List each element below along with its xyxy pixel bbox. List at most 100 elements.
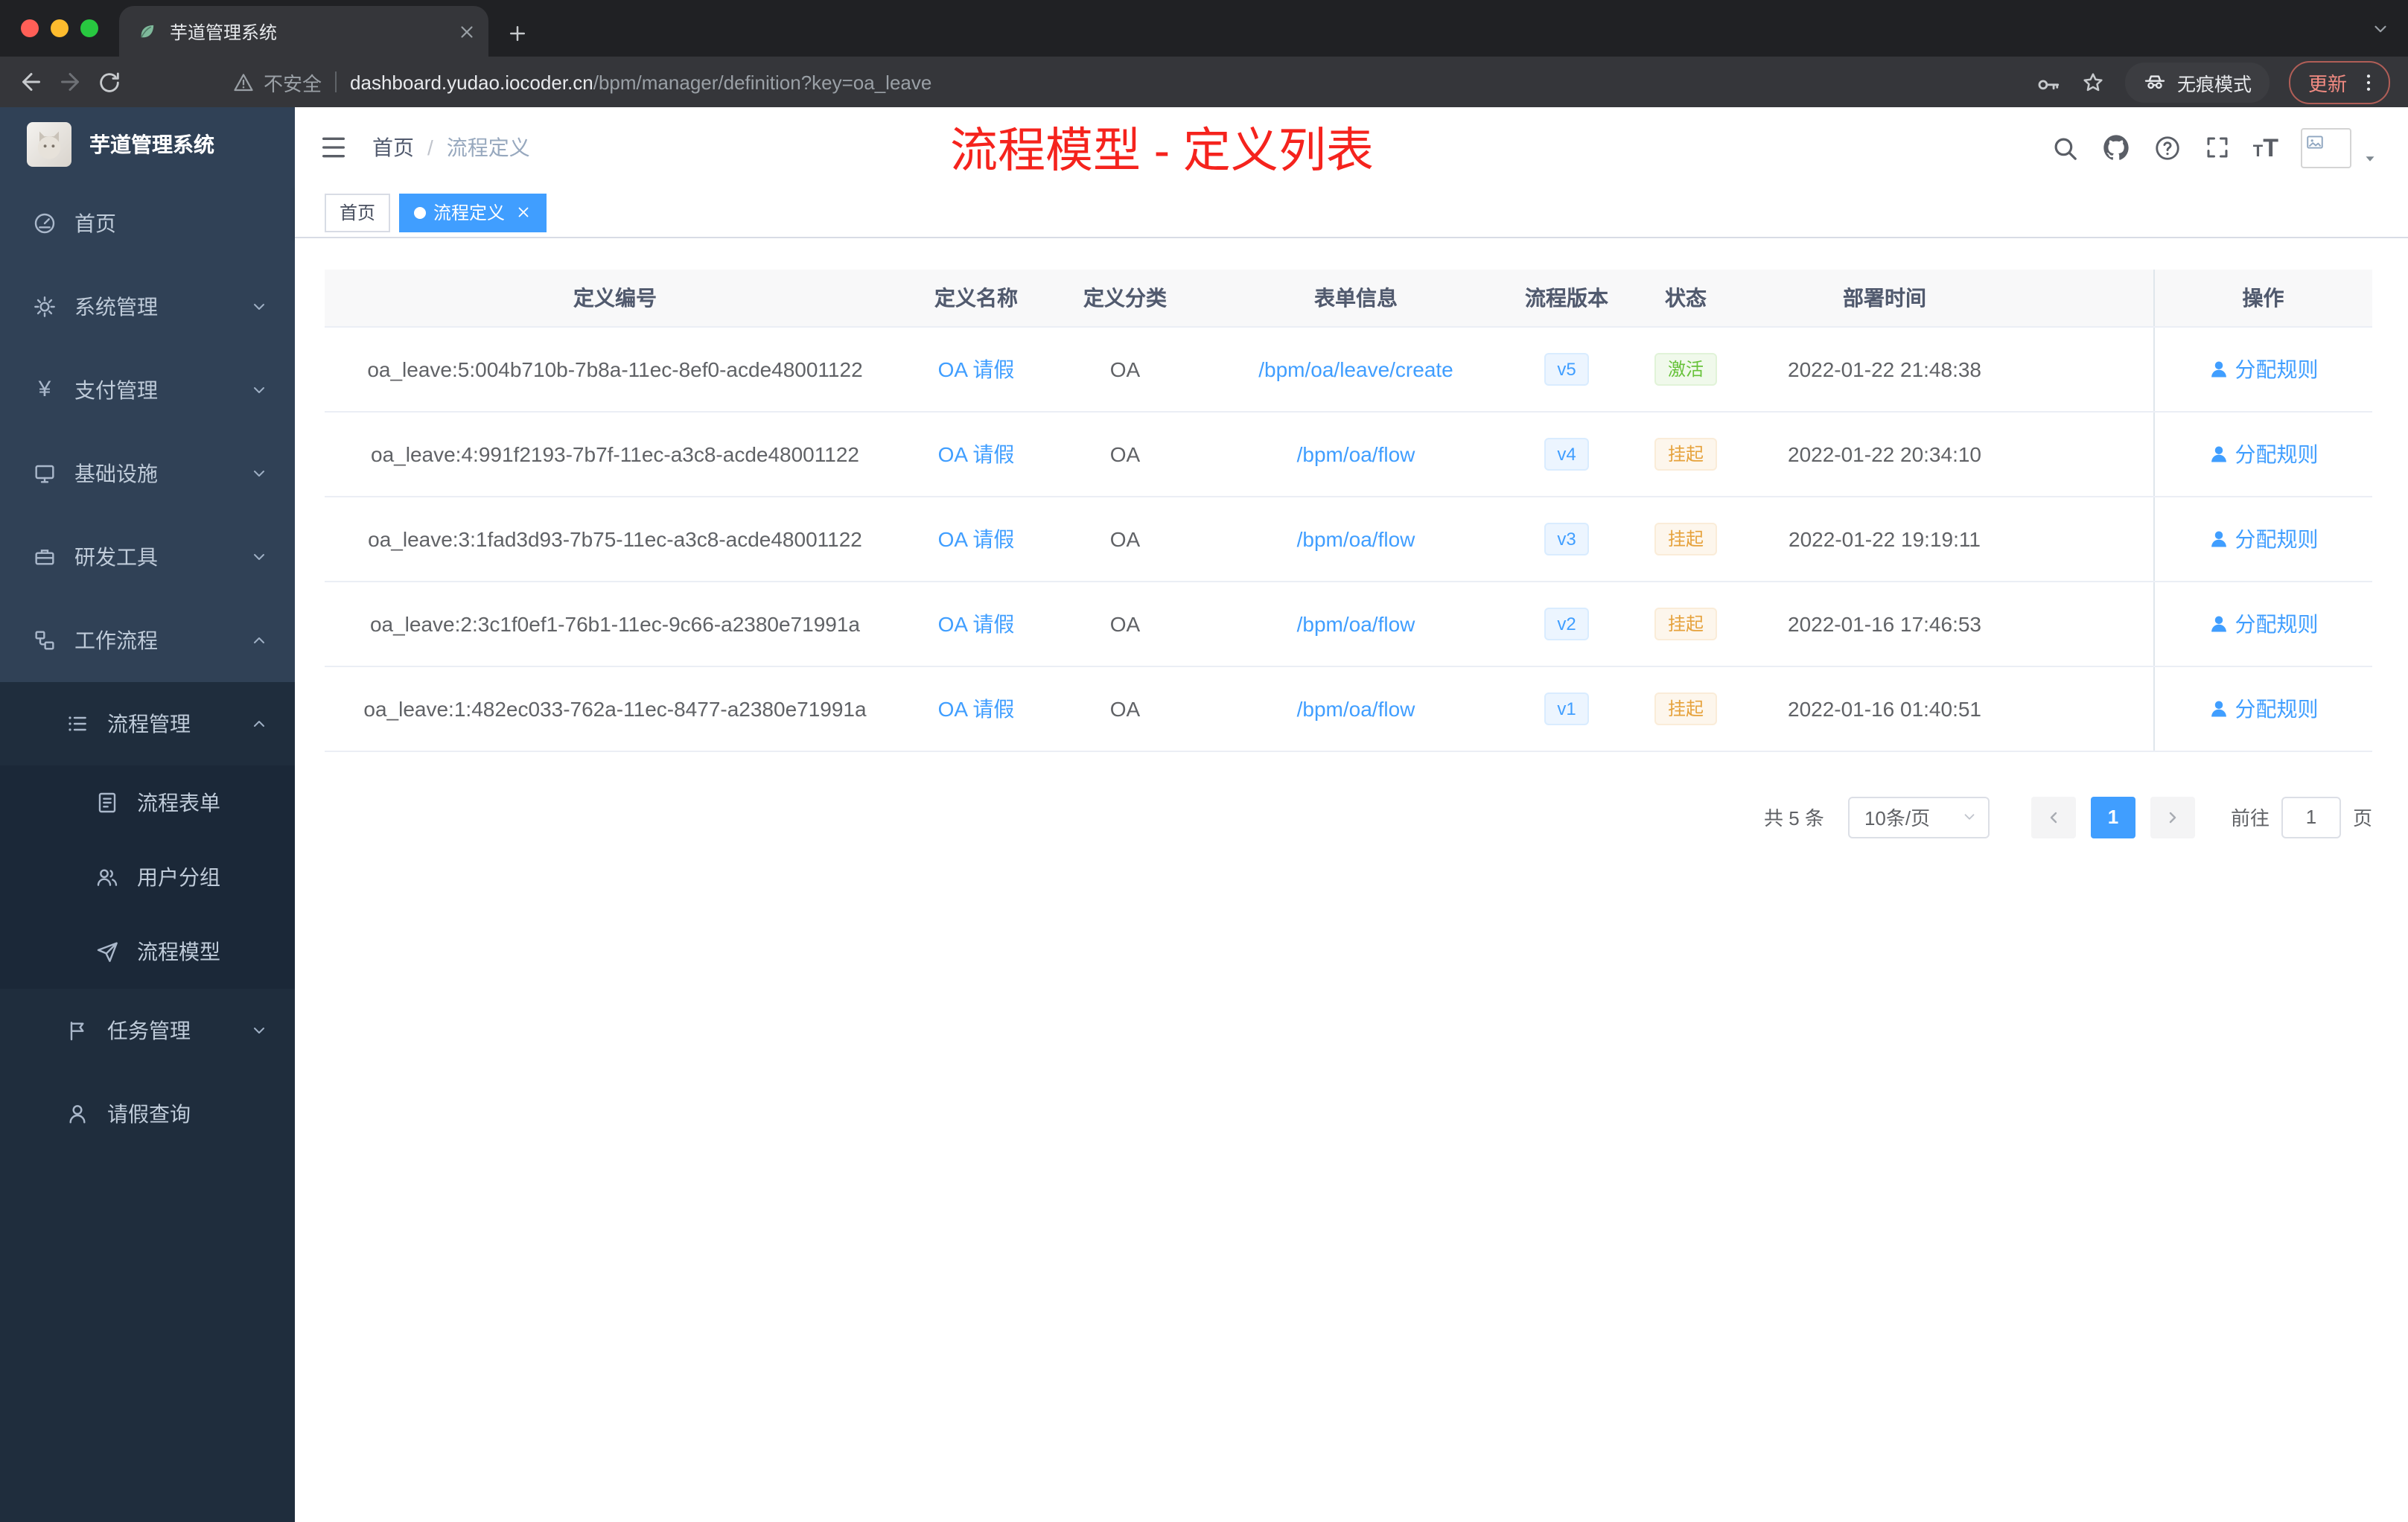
toolbox-icon [33, 545, 57, 569]
sidebar-item-process-form[interactable]: 流程表单 [0, 765, 295, 840]
search-icon[interactable] [2051, 133, 2079, 162]
reload-icon [96, 69, 121, 95]
deploy-time: 2022-01-22 21:48:38 [1788, 357, 1981, 380]
sidebar-item-leave-query[interactable]: 请假查询 [0, 1072, 295, 1156]
reload-button[interactable] [89, 63, 128, 101]
window-zoom-button[interactable] [80, 19, 98, 37]
assign-rule-link[interactable]: 分配规则 [2208, 523, 2319, 553]
forward-button[interactable] [51, 63, 89, 101]
tag-home[interactable]: 首页 [325, 193, 391, 232]
sidebar-item-label: 用户分组 [137, 865, 220, 889]
monitor-icon [33, 462, 57, 485]
breadcrumb-home[interactable]: 首页 [372, 133, 414, 162]
version-badge: v5 [1544, 352, 1590, 385]
next-page-button[interactable] [2150, 796, 2195, 838]
page-size-select[interactable]: 10条/页 [1847, 796, 1990, 838]
assign-rule-link[interactable]: 分配规则 [2208, 693, 2319, 723]
fullscreen-icon[interactable] [2204, 134, 2231, 161]
sidebar-item-devtools[interactable]: 研发工具 [0, 515, 295, 599]
status-badge: 挂起 [1654, 522, 1717, 555]
caret-down-icon[interactable] [2362, 150, 2378, 166]
goto-page-input[interactable] [2281, 796, 2341, 838]
form-link[interactable]: /bpm/oa/flow [1297, 526, 1415, 550]
definition-name-link[interactable]: OA 请假 [938, 442, 1015, 465]
window-minimize-button[interactable] [51, 19, 69, 37]
definition-name-link[interactable]: OA 请假 [938, 357, 1015, 380]
form-link[interactable]: /bpm/oa/flow [1297, 442, 1415, 465]
user-icon [2208, 698, 2229, 719]
browser-tab[interactable]: 芋道管理系统 [119, 6, 488, 57]
url-host: dashboard.yudao.iocoder.cn [350, 71, 593, 93]
sidebar-item-label: 流程表单 [137, 791, 220, 815]
sidebar-logo[interactable]: 芋道管理系统 [0, 107, 295, 182]
definition-id: oa_leave:4:991f2193-7b7f-11ec-a3c8-acde4… [371, 442, 859, 465]
definitions-table: 定义编号 定义名称 定义分类 表单信息 流程版本 状态 部署时间 操作 oa_l… [325, 270, 2372, 751]
version-badge: v2 [1544, 607, 1590, 640]
page-size-value: 10条/页 [1864, 807, 1931, 830]
form-link[interactable]: /bpm/oa/leave/create [1258, 357, 1453, 380]
col-header-version: 流程版本 [1509, 270, 1625, 327]
definition-category: OA [1109, 526, 1141, 550]
assign-rule-link[interactable]: 分配规则 [2208, 354, 2319, 383]
cat-avatar-icon [30, 125, 69, 164]
sidebar-item-workflow[interactable]: 工作流程 [0, 599, 295, 682]
update-chip[interactable]: 更新 [2288, 60, 2390, 104]
yen-icon: ¥ [38, 377, 51, 402]
definition-name-link[interactable]: OA 请假 [938, 611, 1015, 635]
window-close-button[interactable] [21, 19, 39, 37]
tag-close-icon[interactable] [515, 204, 532, 220]
sidebar-item-system[interactable]: 系统管理 [0, 265, 295, 348]
assign-rule-link[interactable]: 分配规则 [2208, 439, 2319, 468]
tag-current[interactable]: 流程定义 [399, 193, 547, 232]
table-row: oa_leave:5:004b710b-7b8a-11ec-8ef0-acde4… [325, 326, 2372, 412]
main: 首页 / 流程定义 流程模型 - 定义列表 TT 首页 流程定义 定义编号 定义… [295, 107, 2408, 1522]
browser-menu-icon[interactable] [2357, 71, 2380, 93]
definition-id: oa_leave:3:1fad3d93-7b75-11ec-a3c8-acde4… [368, 526, 862, 550]
logo-avatar [27, 122, 71, 167]
deploy-time: 2022-01-22 20:34:10 [1788, 442, 1981, 465]
assign-rule-link[interactable]: 分配规则 [2208, 608, 2319, 638]
tab-close-icon[interactable] [457, 22, 477, 41]
question-icon[interactable] [2153, 133, 2182, 162]
list-icon [66, 712, 89, 736]
image-icon [2305, 132, 2325, 151]
table-row: oa_leave:4:991f2193-7b7f-11ec-a3c8-acde4… [325, 411, 2372, 497]
url-divider [335, 71, 337, 92]
deploy-time: 2022-01-16 17:46:53 [1788, 611, 1981, 635]
content: 定义编号 定义名称 定义分类 表单信息 流程版本 状态 部署时间 操作 oa_l… [295, 238, 2408, 1522]
col-header-deploy-time: 部署时间 [1747, 270, 2022, 327]
form-link[interactable]: /bpm/oa/flow [1297, 696, 1415, 720]
hamburger-icon[interactable] [319, 133, 348, 162]
tab-search-chevron-icon[interactable] [2371, 19, 2390, 39]
sidebar-item-process-mgmt[interactable]: 流程管理 [0, 682, 295, 765]
flag-icon [66, 1019, 89, 1042]
sidebar-item-payment[interactable]: ¥ 支付管理 [0, 348, 295, 432]
chevron-down-icon [250, 548, 268, 566]
github-icon[interactable] [2101, 133, 2131, 162]
definition-name-link[interactable]: OA 请假 [938, 696, 1015, 720]
bookmark-star-icon[interactable] [2080, 69, 2106, 95]
address-bar[interactable]: 不安全 dashboard.yudao.iocoder.cn/bpm/manag… [232, 68, 2018, 96]
chevron-up-icon [250, 631, 268, 649]
security-chip[interactable]: 不安全 [232, 68, 322, 96]
back-button[interactable] [12, 63, 51, 101]
avatar[interactable] [2301, 127, 2351, 168]
key-icon[interactable] [2036, 69, 2061, 95]
prev-page-button[interactable] [2030, 796, 2076, 838]
definition-name-link[interactable]: OA 请假 [938, 526, 1015, 550]
sidebar-item-home[interactable]: 首页 [0, 182, 295, 265]
sidebar-item-infra[interactable]: 基础设施 [0, 432, 295, 515]
form-link[interactable]: /bpm/oa/flow [1297, 611, 1415, 635]
page-number-button[interactable]: 1 [2090, 796, 2135, 838]
font-size-icon[interactable]: TT [2253, 135, 2278, 160]
incognito-icon [2143, 70, 2167, 94]
new-tab-button[interactable] [506, 22, 529, 45]
navbar-icons: TT [2051, 127, 2378, 168]
sidebar-item-process-model[interactable]: 流程模型 [0, 914, 295, 989]
version-badge: v4 [1544, 437, 1590, 470]
deploy-time: 2022-01-16 01:40:51 [1788, 696, 1981, 720]
user-icon [2208, 613, 2229, 634]
sidebar-item-user-group[interactable]: 用户分组 [0, 840, 295, 914]
sidebar-item-label: 任务管理 [107, 1019, 191, 1042]
sidebar-item-task-mgmt[interactable]: 任务管理 [0, 989, 295, 1072]
